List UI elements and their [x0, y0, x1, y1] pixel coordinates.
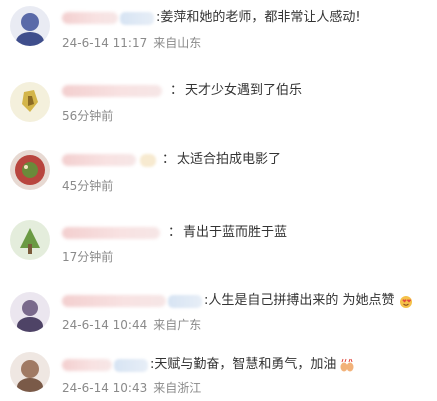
comment-time: 24-6-14 10:43 [62, 381, 148, 395]
comment-text: 天才少女遇到了伯乐 [185, 83, 303, 98]
comment-item: ： 天才少女遇到了伯乐 56分钟前 [0, 72, 437, 137]
username[interactable] [62, 12, 118, 24]
user-badge-icon [140, 153, 156, 167]
comment-item: ： 青出于蓝而胜于蓝 17分钟前 [0, 212, 437, 277]
avatar[interactable] [10, 150, 50, 190]
comment-time: 24-6-14 10:44 [62, 318, 148, 332]
comment-item: : 姜萍和她的老师，都非常让人感动! 24-6-14 11:17 来自山东 [0, 0, 437, 65]
user-badge-icon [114, 358, 148, 372]
heart-face-emoji-icon [398, 294, 414, 308]
user-badge-icon [120, 11, 154, 25]
avatar[interactable] [10, 292, 50, 332]
avatar[interactable] [10, 6, 50, 46]
comment-time: 56分钟前 [62, 109, 114, 123]
comment-item: : 人生是自己拼搏出来的 为她点赞 24-6-14 10:44 来自广东 [0, 284, 437, 339]
username[interactable] [62, 227, 160, 239]
comment-text: 天赋与勤奋，智慧和勇气，加油 [154, 357, 337, 372]
avatar[interactable] [10, 220, 50, 260]
comment-time: 45分钟前 [62, 179, 114, 193]
comment-list: : 姜萍和她的老师，都非常让人感动! 24-6-14 11:17 来自山东 ： 天… [0, 0, 437, 401]
username[interactable] [62, 154, 136, 166]
username[interactable] [62, 359, 112, 371]
comment-location: 来自浙江 [153, 381, 202, 395]
raised-hands-emoji-icon [339, 358, 355, 372]
comment-time: 17分钟前 [62, 250, 114, 264]
comment-text: 青出于蓝而胜于蓝 [183, 225, 288, 240]
comment-time: 24-6-14 11:17 [62, 36, 148, 50]
comment-item: ： 太适合拍成电影了 45分钟前 [0, 142, 437, 207]
user-badge-icon [168, 294, 202, 308]
comment-text: 人生是自己拼搏出来的 为她点赞 [208, 293, 395, 308]
avatar[interactable] [10, 352, 50, 392]
avatar[interactable] [10, 82, 50, 122]
comment-location: 来自山东 [153, 36, 202, 50]
comment-item: : 天赋与勤奋，智慧和勇气，加油 24-6-14 10:43 来自浙江 [0, 344, 437, 401]
comment-text: 太适合拍成电影了 [177, 152, 282, 167]
username[interactable] [62, 85, 162, 97]
comment-location: 来自广东 [153, 318, 202, 332]
username[interactable] [62, 295, 166, 307]
comment-text: 姜萍和她的老师，都非常让人感动! [160, 10, 361, 25]
